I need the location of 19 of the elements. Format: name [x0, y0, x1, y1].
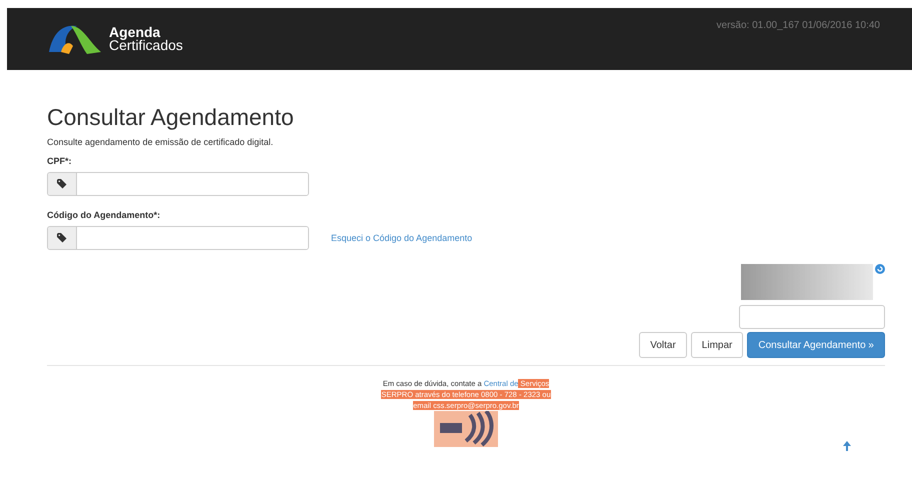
- refresh-icon[interactable]: [875, 264, 885, 274]
- field-label: CPF*:: [47, 156, 72, 166]
- version-text: versão: 01.00_167 01/06/2016 10:40: [716, 20, 880, 31]
- logo-text: Agenda: [109, 26, 160, 39]
- page-title: Consultar Agendamento: [47, 104, 295, 131]
- input-field[interactable]: [47, 172, 309, 196]
- tag-icon: [57, 233, 67, 243]
- css-logo: [434, 411, 498, 447]
- field-label: Código do Agendamento*:: [47, 210, 162, 220]
- tag-icon: [57, 179, 67, 189]
- secondary-button[interactable]: Voltar: [639, 332, 687, 358]
- forgot-code-link[interactable]: Esqueci o Código do Agendamento: [331, 233, 472, 243]
- secondary-button[interactable]: Limpar: [690, 332, 744, 358]
- captcha-input[interactable]: [739, 305, 885, 329]
- logo-text: Certificados: [109, 39, 183, 52]
- submit-button[interactable]: Consultar Agendamento »: [747, 332, 885, 358]
- arrow-up-icon[interactable]: [843, 441, 851, 451]
- page-subtitle: Consulte agendamento de emissão de certificado digital.: [47, 137, 274, 147]
- input-field[interactable]: [47, 226, 309, 250]
